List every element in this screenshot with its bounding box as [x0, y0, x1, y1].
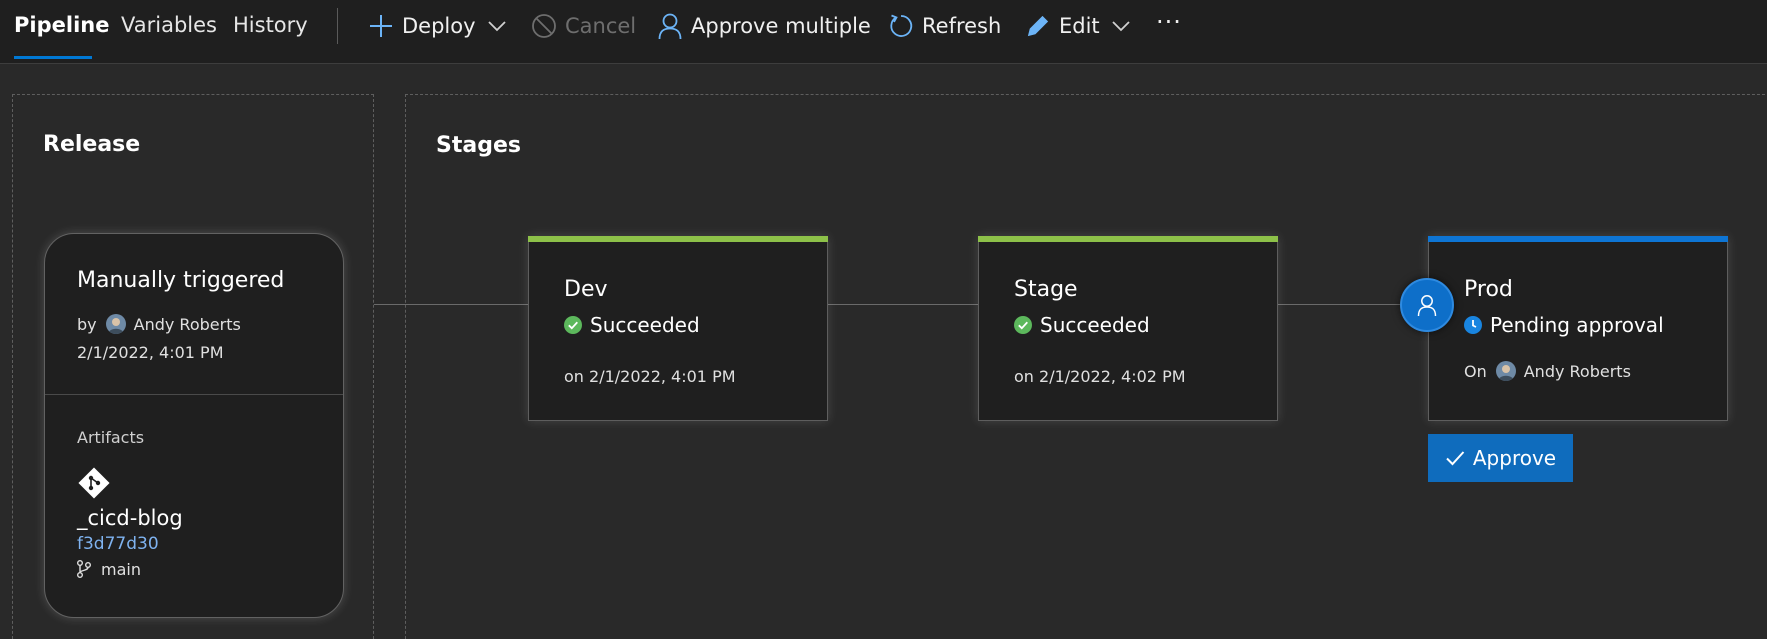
- toolbar-divider: [337, 8, 338, 44]
- approve-label: Approve: [1472, 446, 1557, 470]
- person-icon: [1417, 295, 1437, 317]
- refresh-button[interactable]: Refresh: [888, 10, 1001, 42]
- deploy-button[interactable]: Deploy: [368, 10, 506, 42]
- stage-approver: On Andy Roberts: [1464, 361, 1631, 381]
- stage-status-bar: [1428, 236, 1728, 242]
- card-divider: [45, 394, 343, 395]
- chevron-down-icon: [1112, 21, 1130, 32]
- more-actions-button[interactable]: ···: [1156, 6, 1182, 38]
- stage-status: Pending approval: [1464, 313, 1664, 337]
- stage-name: Dev: [564, 277, 608, 302]
- by-label: by: [77, 314, 97, 334]
- git-icon: [77, 466, 111, 504]
- plus-icon: [370, 15, 392, 37]
- check-circle-icon: [1014, 316, 1032, 334]
- connector-dev-stage: [828, 304, 978, 305]
- release-card[interactable]: Manually triggered by Andy Roberts 2/1/2…: [44, 233, 344, 618]
- artifact-name: _cicd-blog: [77, 506, 183, 530]
- toolbar: Pipeline Variables History Deploy Cancel…: [0, 0, 1767, 64]
- chevron-down-icon: [487, 21, 506, 32]
- refresh-icon: [890, 14, 913, 37]
- approve-button[interactable]: Approve: [1428, 434, 1573, 482]
- commit-link[interactable]: f3d77d30: [77, 534, 159, 554]
- stage-status-bar: [528, 236, 828, 242]
- release-by: by Andy Roberts: [77, 314, 241, 334]
- deploy-label: Deploy: [402, 14, 476, 38]
- stage-status: Succeeded: [564, 313, 700, 337]
- stage-status-bar: [978, 236, 1278, 242]
- cancel-label: Cancel: [565, 14, 637, 38]
- stages-title: Stages: [436, 133, 521, 158]
- branch-name: main: [101, 559, 141, 579]
- tab-variables[interactable]: Variables: [121, 12, 217, 52]
- avatar: [1495, 361, 1516, 381]
- stage-name: Stage: [1014, 277, 1078, 302]
- stage-name: Prod: [1464, 277, 1513, 302]
- approve-multiple-button[interactable]: Approve multiple: [657, 10, 871, 42]
- release-trigger: Manually triggered: [77, 268, 285, 293]
- check-circle-icon: [564, 316, 582, 334]
- stage-time: on 2/1/2022, 4:02 PM: [1014, 367, 1186, 386]
- release-date: 2/1/2022, 4:01 PM: [77, 343, 224, 362]
- branch-icon: [77, 560, 91, 578]
- tab-pipeline[interactable]: Pipeline: [14, 12, 109, 52]
- stage-card-stage[interactable]: Stage Succeeded on 2/1/2022, 4:02 PM: [978, 236, 1278, 421]
- branch: main: [75, 559, 141, 579]
- stage-status-label: Succeeded: [1040, 313, 1150, 337]
- cancel-button[interactable]: Cancel: [531, 10, 636, 42]
- edit-button[interactable]: Edit: [1025, 10, 1130, 42]
- stage-status-label: Pending approval: [1490, 313, 1664, 337]
- approve-multiple-label: Approve multiple: [691, 14, 871, 38]
- tab-history[interactable]: History: [233, 12, 308, 52]
- on-label: On: [1464, 361, 1487, 381]
- avatar: [105, 314, 126, 334]
- connector-stage-prod: [1278, 304, 1402, 305]
- active-tab-indicator: [14, 56, 92, 59]
- release-title: Release: [43, 132, 141, 157]
- approver-name: Andy Roberts: [1523, 361, 1631, 381]
- pencil-icon: [1027, 15, 1049, 37]
- artifacts-label: Artifacts: [77, 428, 145, 447]
- cancel-icon: [532, 14, 556, 38]
- stage-status-label: Succeeded: [590, 313, 700, 337]
- stage-time: on 2/1/2022, 4:01 PM: [564, 367, 736, 386]
- pre-deployment-approval-button[interactable]: [1400, 278, 1454, 332]
- stage-card-prod[interactable]: Prod Pending approval On Andy Roberts: [1428, 236, 1728, 421]
- release-user: Andy Roberts: [133, 314, 241, 334]
- edit-label: Edit: [1059, 14, 1100, 38]
- clock-icon: [1464, 316, 1482, 334]
- check-icon: [1446, 451, 1465, 466]
- stage-status: Succeeded: [1014, 313, 1150, 337]
- stage-card-dev[interactable]: Dev Succeeded on 2/1/2022, 4:01 PM: [528, 236, 828, 421]
- refresh-label: Refresh: [922, 14, 1002, 38]
- connector-release-dev: [374, 304, 528, 305]
- person-icon: [658, 13, 682, 40]
